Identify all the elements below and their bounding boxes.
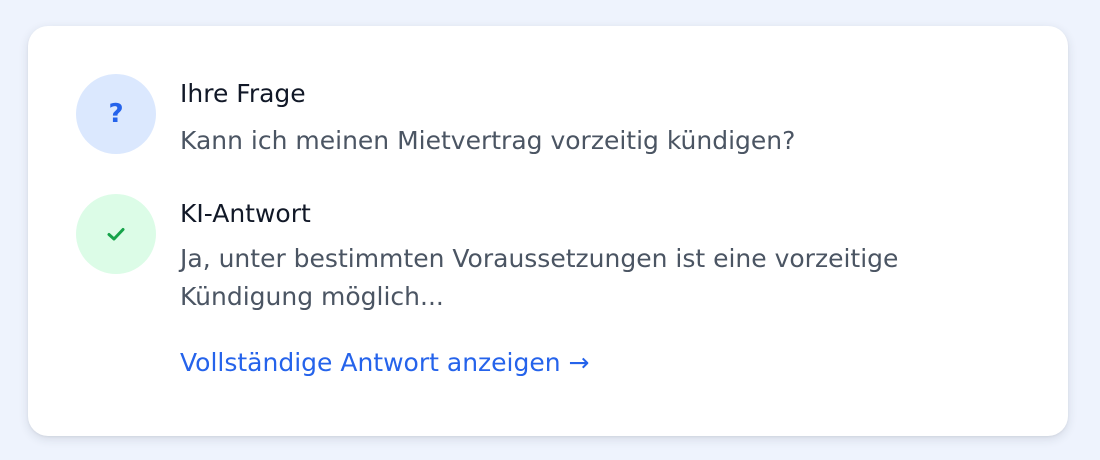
question-mark-symbol: ? <box>108 99 124 129</box>
question-text: Kann ich meinen Mietvertrag vorzeitig kü… <box>180 126 796 155</box>
answer-content: KI-Antwort Ja, unter bestimmten Vorausse… <box>180 194 1000 381</box>
answer-text: Ja, unter bestimmten Voraussetzungen ist… <box>180 244 899 311</box>
question-content: Ihre Frage Kann ich meinen Mietvertrag v… <box>180 74 1000 160</box>
check-icon <box>76 194 156 274</box>
show-full-answer-link[interactable]: Vollständige Antwort anzeigen → <box>180 345 589 381</box>
question-title: Ihre Frage <box>180 79 306 108</box>
question-mark-icon: ? <box>76 74 156 154</box>
qa-card: ? Ihre Frage Kann ich meinen Mietvertrag… <box>28 26 1068 436</box>
answer-title: KI-Antwort <box>180 199 311 228</box>
check-mark-svg <box>107 228 125 241</box>
